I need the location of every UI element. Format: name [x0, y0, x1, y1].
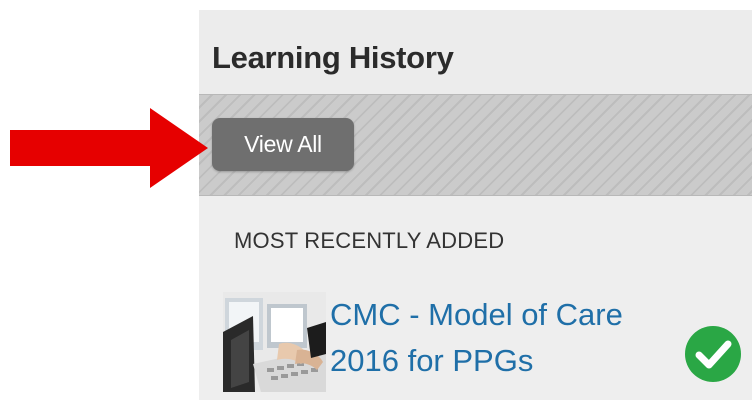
course-title-line-2: 2016 for PPGs: [330, 343, 534, 378]
check-circle-icon: [685, 326, 741, 382]
red-arrow-icon: [10, 108, 208, 188]
panel-header: Learning History: [199, 10, 752, 94]
view-all-button[interactable]: View All: [212, 118, 354, 171]
panel-title: Learning History: [212, 40, 454, 75]
computer-keyboard-thumbnail-image: [223, 292, 326, 392]
course-thumbnail[interactable]: [223, 292, 326, 392]
learning-history-panel: Learning History View All MOST RECENTLY …: [199, 10, 752, 400]
screenshot-stage: Learning History View All MOST RECENTLY …: [0, 0, 752, 400]
course-title-link[interactable]: CMC - Model of Care 2016 for PPGs: [330, 292, 670, 384]
section-label-most-recent: MOST RECENTLY ADDED: [234, 228, 505, 253]
course-title-line-1: CMC - Model of Care: [330, 297, 623, 332]
panel-toolbar: View All: [199, 94, 752, 196]
